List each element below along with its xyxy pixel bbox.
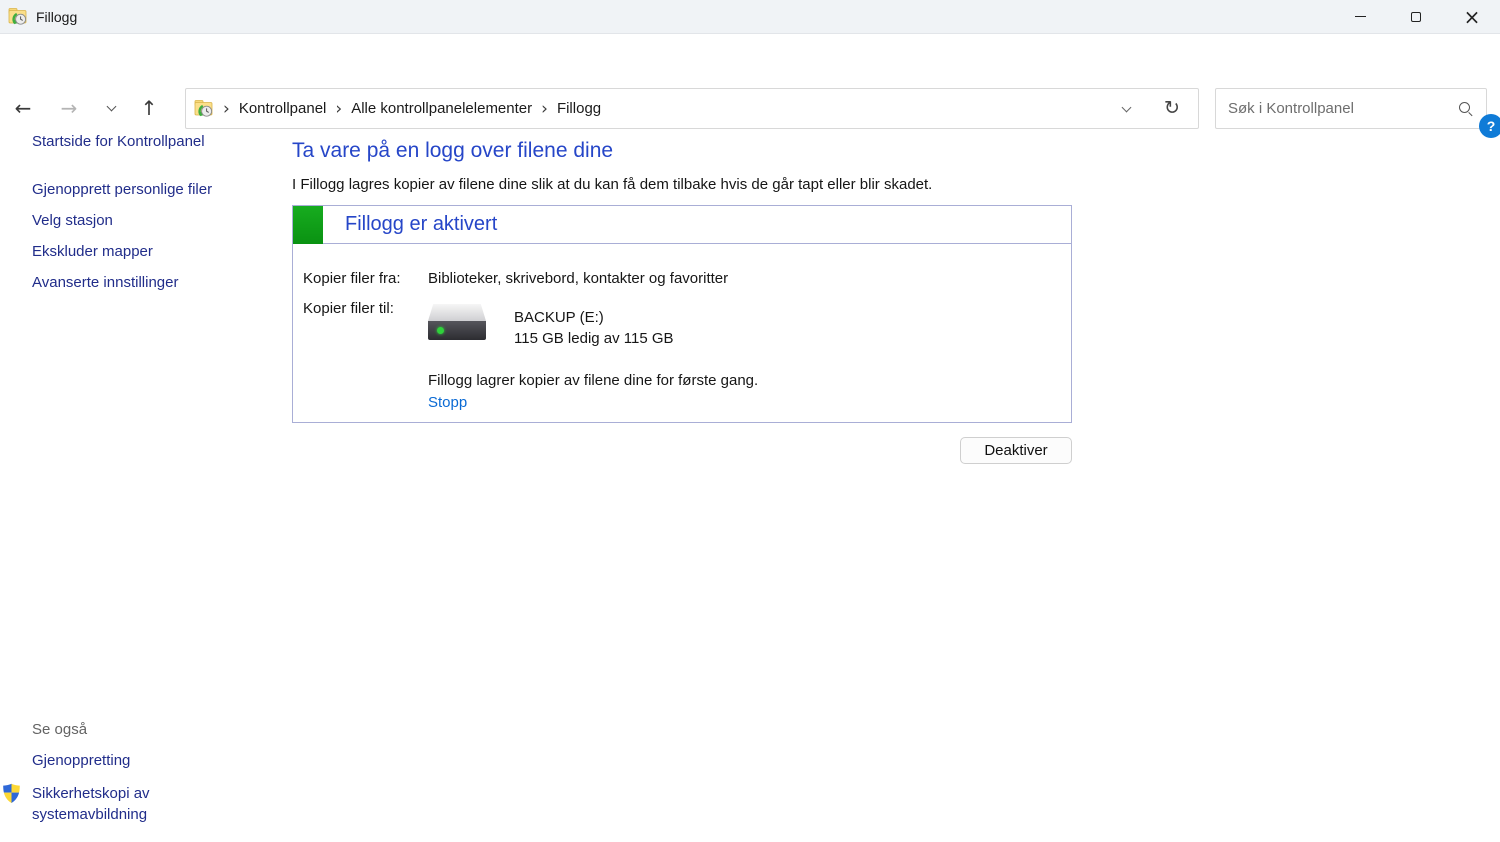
copy-to-label: Kopier filer til: — [303, 300, 394, 317]
stop-link[interactable]: Stopp — [428, 394, 467, 411]
copy-from-value: Biblioteker, skrivebord, kontakter og fa… — [428, 270, 728, 287]
recent-pages-dropdown[interactable] — [96, 93, 126, 123]
address-bar-controls: ↻ — [1116, 99, 1190, 119]
chevron-down-icon — [106, 102, 116, 112]
refresh-button[interactable]: ↻ — [1162, 99, 1182, 119]
forward-button[interactable]: → — [54, 93, 84, 123]
question-mark-icon: ? — [1487, 118, 1496, 134]
sidebar-item-home[interactable]: Startside for Kontrollpanel — [32, 133, 205, 150]
sidebar-item-advanced-settings[interactable]: Avanserte innstillinger — [32, 274, 178, 291]
breadcrumb-file-history[interactable]: Fillogg — [557, 100, 601, 117]
up-button[interactable]: ↑ — [134, 93, 164, 123]
breadcrumb-all-items[interactable]: Alle kontrollpanelelementer — [351, 100, 532, 117]
help-button[interactable]: ? — [1479, 114, 1500, 138]
hard-drive-icon — [428, 302, 486, 344]
window-controls: × — [1332, 0, 1500, 34]
titlebar: Fillogg × — [0, 0, 1500, 34]
minimize-icon — [1355, 16, 1366, 17]
file-history-breadcrumb-icon — [194, 99, 214, 118]
forward-icon: → — [61, 96, 78, 120]
maximize-button[interactable] — [1388, 0, 1444, 34]
see-also-recovery-link[interactable]: Gjenoppretting — [32, 752, 130, 769]
address-dropdown-button[interactable] — [1116, 99, 1136, 119]
drive-top-face — [428, 304, 486, 321]
target-drive-row: BACKUP (E:) 115 GB ledig av 115 GB — [428, 302, 674, 347]
breadcrumb-separator-icon: › — [541, 99, 548, 119]
close-icon: × — [1464, 7, 1481, 27]
up-icon: ↑ — [141, 96, 158, 120]
page-description: I Fillogg lagres kopier av filene dine s… — [292, 176, 932, 193]
file-history-window: { "window": { "title": "Fillogg", "close… — [0, 0, 1500, 842]
status-active-indicator — [293, 206, 323, 244]
see-also-heading: Se også — [32, 721, 87, 738]
see-also-system-image-backup-link[interactable]: Sikkerhetskopi av systemavbildning — [32, 783, 172, 825]
deactivate-button[interactable]: Deaktiver — [960, 437, 1072, 464]
breadcrumb-separator-icon: › — [335, 99, 342, 119]
status-header: Fillogg er aktivert — [293, 206, 1071, 244]
copy-from-label: Kopier filer fra: — [303, 270, 401, 287]
maximize-icon — [1411, 12, 1421, 22]
sidebar-item-select-drive[interactable]: Velg stasjon — [32, 212, 113, 229]
file-history-app-icon — [8, 7, 28, 26]
backup-status-text: Fillogg lagrer kopier av filene dine for… — [428, 372, 758, 389]
search-icon[interactable] — [1458, 101, 1474, 117]
address-bar[interactable]: › Kontrollpanel › Alle kontrollpanelelem… — [185, 88, 1199, 129]
back-icon: ← — [15, 96, 32, 120]
sidebar-item-exclude-folders[interactable]: Ekskluder mapper — [32, 243, 153, 260]
search-input[interactable] — [1228, 100, 1458, 117]
chevron-down-icon — [1121, 102, 1131, 112]
close-button[interactable]: × — [1444, 0, 1500, 34]
page-title: Ta vare på en logg over filene dine — [292, 139, 613, 163]
file-history-status-panel: Fillogg er aktivert Kopier filer fra: Bi… — [292, 205, 1072, 423]
window-title: Fillogg — [36, 9, 77, 25]
drive-free-space: 115 GB ledig av 115 GB — [514, 330, 674, 347]
back-button[interactable]: ← — [8, 93, 38, 123]
breadcrumb-control-panel[interactable]: Kontrollpanel — [239, 100, 327, 117]
minimize-button[interactable] — [1332, 0, 1388, 34]
drive-info: BACKUP (E:) 115 GB ledig av 115 GB — [514, 302, 674, 347]
drive-front-face — [428, 321, 486, 340]
refresh-icon: ↻ — [1164, 99, 1180, 118]
uac-shield-icon — [2, 783, 21, 809]
sidebar-item-restore-files[interactable]: Gjenopprett personlige filer — [32, 181, 212, 198]
status-header-title: Fillogg er aktivert — [345, 213, 497, 236]
breadcrumb-separator-icon: › — [223, 99, 230, 119]
drive-name: BACKUP (E:) — [514, 309, 674, 326]
toolbar: ← → ↑ › Kontrollpanel › Alle kontrollpan… — [0, 35, 1500, 108]
status-body: Kopier filer fra: Biblioteker, skrivebor… — [293, 244, 1071, 422]
drive-led-light — [437, 327, 444, 334]
search-box — [1215, 88, 1487, 129]
